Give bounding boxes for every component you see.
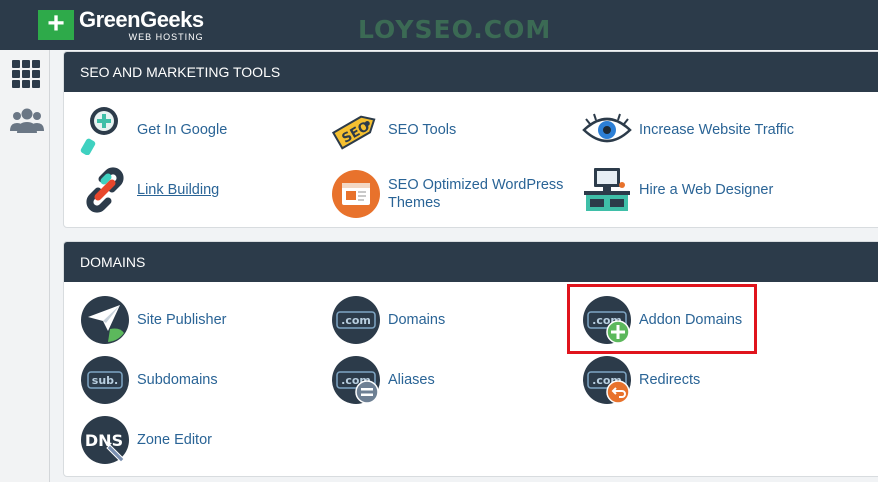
dotcom-plus-icon: .com [582, 295, 632, 345]
subdomain-icon: sub. [80, 355, 130, 405]
item-label: Domains [388, 312, 446, 328]
logo-plus-icon: + [38, 9, 74, 40]
item-label: SEO Optimized WordPress Themes [388, 177, 564, 211]
dns-icon: DNS [80, 415, 130, 465]
item-label: Get In Google [137, 122, 228, 138]
item-label: Addon Domains [639, 312, 743, 328]
watermark: LOYSEO.COM [358, 15, 552, 44]
zone-editor-item[interactable]: DNS Zone Editor [80, 415, 317, 465]
browser-window-icon [331, 169, 381, 219]
users-icon[interactable] [9, 105, 45, 137]
increase-traffic-item[interactable]: Increase Website Traffic [582, 105, 859, 155]
svg-text:DNS: DNS [85, 431, 123, 450]
item-label: Increase Website Traffic [639, 122, 795, 138]
sidebar [0, 50, 50, 482]
hire-web-designer-item[interactable]: Hire a Web Designer [582, 165, 819, 215]
domains-item[interactable]: .com Domains [331, 295, 568, 345]
dotcom-icon: .com [331, 295, 381, 345]
link-building-item[interactable]: Link Building [80, 165, 317, 215]
item-label: Aliases [388, 372, 435, 388]
site-publisher-item[interactable]: Site Publisher [80, 295, 317, 345]
section-title: SEO AND MARKETING TOOLS [64, 52, 878, 92]
aliases-item[interactable]: .com Aliases [331, 355, 568, 405]
logo-name: GreenGeeks [79, 7, 204, 32]
svg-text:.com: .com [341, 314, 371, 327]
paper-plane-icon [80, 295, 130, 345]
item-label: Hire a Web Designer [639, 182, 774, 198]
item-label: SEO Tools [388, 122, 457, 138]
greengeeks-logo[interactable]: + GreenGeeks WEB HOSTING [38, 7, 204, 42]
subdomains-item[interactable]: sub. Subdomains [80, 355, 317, 405]
item-label: Subdomains [137, 372, 218, 388]
top-bar: + GreenGeeks WEB HOSTING LOYSEO.COM [0, 0, 878, 50]
seo-tag-icon: SEO [331, 105, 381, 155]
dotcom-equals-icon: .com [331, 355, 381, 405]
magnifier-plus-icon [80, 105, 130, 156]
web-designer-desk-icon [582, 165, 632, 215]
item-label: Redirects [639, 372, 701, 388]
addon-domains-item[interactable]: .com Addon Domains [582, 295, 819, 345]
section-title: DOMAINS [64, 242, 878, 282]
svg-text:sub.: sub. [92, 374, 118, 387]
seo-tools-item[interactable]: SEO SEO Tools [331, 105, 568, 155]
dotcom-redirect-icon: .com [582, 355, 632, 405]
logo-tagline: WEB HOSTING [128, 32, 204, 42]
item-label: Site Publisher [137, 312, 227, 328]
seo-wordpress-themes-item[interactable]: SEO Optimized WordPress Themes [331, 169, 568, 219]
chain-link-icon [80, 165, 130, 215]
eye-icon [582, 105, 632, 155]
grid-icon[interactable] [10, 58, 42, 90]
item-label: Link Building [137, 182, 220, 198]
item-label: Zone Editor [137, 432, 212, 448]
redirects-item[interactable]: .com Redirects [582, 355, 819, 405]
get-in-google-item[interactable]: Get In Google [80, 105, 317, 156]
